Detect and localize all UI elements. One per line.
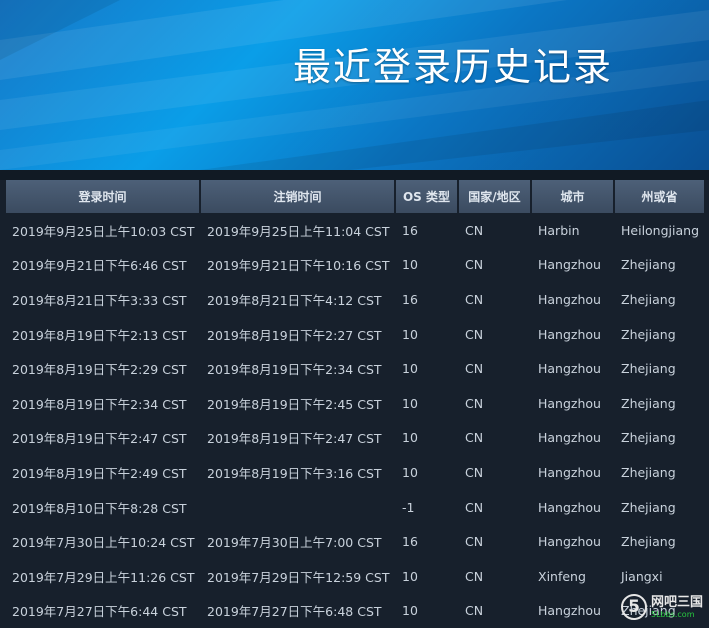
login-history-table: 登录时间 注销时间 OS 类型 国家/地区 城市 州或省 2019年9月25日上… [4, 180, 706, 628]
watermark-text-block: 网吧三国 5Lbbs.com [650, 594, 703, 619]
table-row: 2019年8月10日下午8:28 CST -1 CN Hangzhou Zhej… [6, 490, 704, 525]
column-header-state[interactable]: 州或省 [615, 180, 704, 213]
cell-country: CN [465, 464, 484, 480]
cell-state: Zhejiang [621, 534, 676, 550]
cell-city: Hangzhou [538, 361, 601, 377]
table-row: 2019年8月19日下午2:49 CST 2019年8月19日下午3:16 CS… [6, 455, 704, 490]
cell-os-type: 16 [402, 291, 418, 307]
watermark-text: 网吧三国 [650, 594, 703, 610]
cell-state: Heilongjiang [621, 222, 700, 238]
cell-state: Jiangxi [621, 568, 663, 584]
cell-country: CN [465, 257, 484, 273]
table-row: 2019年7月27日下午6:44 CST 2019年7月27日下午6:48 CS… [6, 594, 704, 628]
cell-state: Zhejiang [621, 430, 676, 446]
cell-state: Zhejiang [621, 464, 676, 480]
cell-state: Zhejiang [621, 499, 676, 515]
cell-logout-time: 2019年8月19日下午3:16 CST [207, 465, 382, 481]
cell-logout-time: 2019年7月27日下午6:48 CST [207, 604, 382, 620]
cell-login-time: 2019年9月25日上午10:03 CST [12, 223, 195, 239]
table-header-row: 登录时间 注销时间 OS 类型 国家/地区 城市 州或省 [6, 180, 704, 213]
cell-os-type: 10 [402, 361, 418, 377]
column-header-country[interactable]: 国家/地区 [459, 180, 530, 213]
cell-os-type: -1 [402, 499, 415, 515]
cell-city: Hangzhou [538, 326, 601, 342]
page-title: 最近登录历史记录 [293, 45, 614, 89]
cell-login-time: 2019年8月10日下午8:28 CST [12, 500, 187, 516]
cell-os-type: 10 [402, 464, 418, 480]
watermark-subtext: 5Lbbs.com [650, 609, 695, 619]
cell-logout-time [201, 490, 394, 525]
cell-country: CN [465, 395, 484, 411]
cell-city: Hangzhou [538, 430, 601, 446]
cell-logout-time: 2019年8月19日下午2:45 CST [207, 396, 382, 412]
cell-state: Zhejiang [621, 395, 676, 411]
cell-os-type: 10 [402, 326, 418, 342]
cell-logout-time: 2019年8月21日下午4:12 CST [207, 292, 382, 308]
header-banner: 最近登录历史记录 [0, 0, 709, 170]
column-header-login-time[interactable]: 登录时间 [6, 180, 199, 213]
column-header-os-type[interactable]: OS 类型 [396, 180, 457, 213]
cell-login-time: 2019年8月19日下午2:49 CST [12, 465, 187, 481]
banner-separator [0, 170, 709, 180]
cell-city: Harbin [538, 222, 580, 238]
cell-login-time: 2019年7月30日上午10:24 CST [12, 535, 195, 551]
cell-os-type: 16 [402, 222, 418, 238]
cell-city: Hangzhou [538, 603, 601, 619]
cell-state: Zhejiang [621, 361, 676, 377]
cell-login-time: 2019年8月19日下午2:47 CST [12, 431, 187, 447]
cell-city: Hangzhou [538, 395, 601, 411]
cell-logout-time: 2019年7月29日下午12:59 CST [207, 569, 390, 585]
cell-login-time: 2019年7月29日上午11:26 CST [12, 569, 195, 585]
cell-country: CN [465, 430, 484, 446]
cell-country: CN [465, 499, 484, 515]
cell-state: Zhejiang [621, 326, 676, 342]
cell-country: CN [465, 603, 484, 619]
cell-state: Zhejiang [621, 257, 676, 273]
cell-logout-time: 2019年9月21日下午10:16 CST [207, 258, 390, 274]
cell-os-type: 10 [402, 257, 418, 273]
cell-country: CN [465, 291, 484, 307]
cell-city: Hangzhou [538, 464, 601, 480]
cell-login-time: 2019年7月27日下午6:44 CST [12, 604, 187, 620]
cell-os-type: 10 [402, 603, 418, 619]
table-row: 2019年7月29日上午11:26 CST 2019年7月29日下午12:59 … [6, 559, 704, 594]
cell-os-type: 10 [402, 430, 418, 446]
table-row: 2019年8月19日下午2:47 CST 2019年8月19日下午2:47 CS… [6, 421, 704, 456]
cell-city: Hangzhou [538, 534, 601, 550]
cell-country: CN [465, 568, 484, 584]
cell-login-time: 2019年9月21日下午6:46 CST [12, 258, 187, 274]
cell-logout-time: 2019年8月19日下午2:34 CST [207, 362, 382, 378]
site-watermark: 5 网吧三国 5Lbbs.com [620, 594, 703, 620]
cell-login-time: 2019年8月19日下午2:13 CST [12, 327, 187, 343]
cell-state: Zhejiang [621, 291, 676, 307]
table-row: 2019年8月19日下午2:34 CST 2019年8月19日下午2:45 CS… [6, 386, 704, 421]
table-row: 2019年9月21日下午6:46 CST 2019年9月21日下午10:16 C… [6, 248, 704, 283]
cell-city: Hangzhou [538, 257, 601, 273]
cell-login-time: 2019年8月21日下午3:33 CST [12, 292, 187, 308]
cell-login-time: 2019年8月19日下午2:29 CST [12, 362, 187, 378]
cell-country: CN [465, 534, 484, 550]
cell-logout-time: 2019年8月19日下午2:27 CST [207, 327, 382, 343]
cell-city: Hangzhou [538, 291, 601, 307]
column-header-city[interactable]: 城市 [532, 180, 613, 213]
cell-os-type: 10 [402, 395, 418, 411]
cell-logout-time: 2019年9月25日上午11:04 CST [207, 223, 390, 239]
table-row: 2019年8月19日下午2:29 CST 2019年8月19日下午2:34 CS… [6, 351, 704, 386]
cell-country: CN [465, 222, 484, 238]
table-row: 2019年8月19日下午2:13 CST 2019年8月19日下午2:27 CS… [6, 317, 704, 352]
cell-country: CN [465, 326, 484, 342]
cell-city: Xinfeng [538, 568, 586, 584]
table-row: 2019年7月30日上午10:24 CST 2019年7月30日上午7:00 C… [6, 524, 704, 559]
cell-logout-time: 2019年7月30日上午7:00 CST [207, 535, 382, 551]
watermark-logo-icon: 5 [620, 594, 647, 620]
cell-city: Hangzhou [538, 499, 601, 515]
cell-os-type: 16 [402, 534, 418, 550]
cell-os-type: 10 [402, 568, 418, 584]
table-row: 2019年8月21日下午3:33 CST 2019年8月21日下午4:12 CS… [6, 282, 704, 317]
cell-logout-time: 2019年8月19日下午2:47 CST [207, 431, 382, 447]
table-row: 2019年9月25日上午10:03 CST 2019年9月25日上午11:04 … [6, 213, 704, 248]
cell-country: CN [465, 361, 484, 377]
column-header-logout-time[interactable]: 注销时间 [201, 180, 394, 213]
cell-login-time: 2019年8月19日下午2:34 CST [12, 396, 187, 412]
